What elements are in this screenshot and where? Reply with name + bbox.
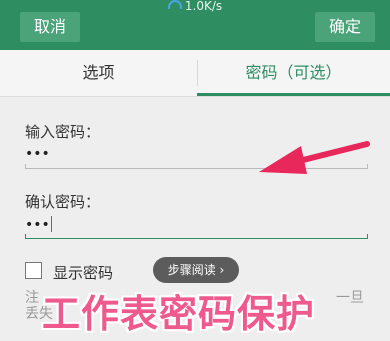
note-text-right: 一旦 [336,290,364,306]
field-edge [25,234,26,239]
tab-options[interactable]: 选项 [0,50,197,96]
active-tab-indicator [197,93,390,96]
tab-password[interactable]: 密码（可选） [197,50,390,96]
password-label: 输入密码： [25,123,101,141]
password-value: ••• [25,146,50,162]
checkbox-unchecked-icon[interactable] [25,262,42,279]
confirm-password-field[interactable]: ••• [25,216,368,239]
overlay-title: 工作表密码保护 [42,292,316,336]
cancel-button[interactable]: 取消 [20,12,80,42]
field-edge [25,164,26,169]
top-bar: 1.0K/s 取消 确定 [0,0,390,50]
step-read-button[interactable]: 步骤阅读 › [153,257,239,283]
wifi-icon [167,0,182,9]
tab-bar: 选项 密码（可选） [0,50,390,97]
status-bar: 1.0K/s [0,0,390,12]
text-cursor [50,216,52,232]
confirm-password-value: ••• [25,217,50,233]
field-edge [367,234,368,239]
show-password-label[interactable]: 显示密码 [53,262,113,283]
confirm-password-label: 确认密码： [25,193,101,211]
network-speed: 1.0K/s [184,0,223,13]
confirm-button[interactable]: 确定 [315,12,375,42]
red-arrow-icon [259,141,370,174]
